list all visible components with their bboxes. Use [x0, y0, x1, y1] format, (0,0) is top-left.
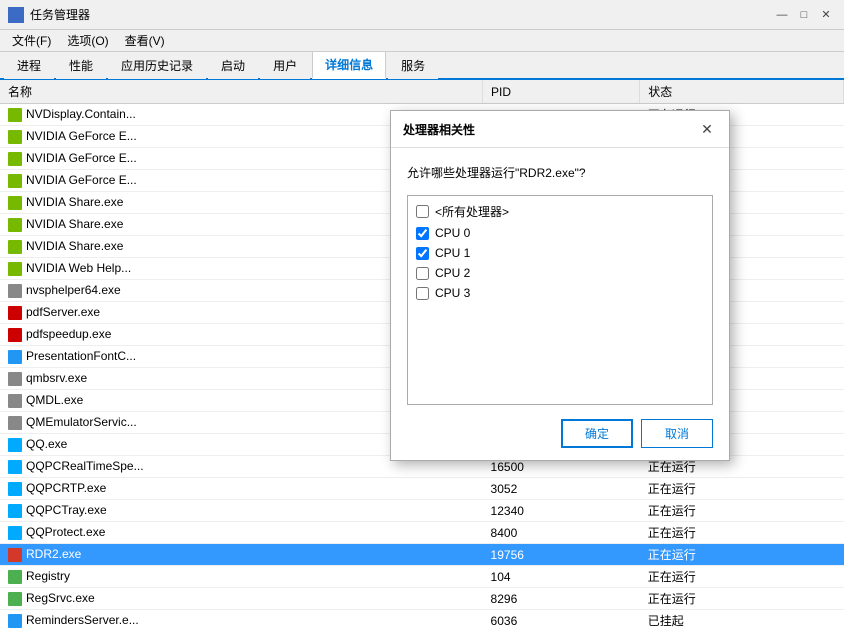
- dialog-body: 允许哪些处理器运行"RDR2.exe"? <所有处理器> CPU 0 CPU 1 CP…: [391, 148, 729, 460]
- dialog-title: 处理器相关性: [403, 121, 475, 138]
- pres-icon: [8, 350, 22, 364]
- cpu-item-1[interactable]: CPU 0: [412, 223, 708, 243]
- col-status[interactable]: 状态: [640, 80, 844, 104]
- nvidia-icon: [8, 196, 22, 210]
- cpu-label-3: CPU 2: [435, 266, 470, 280]
- tab-app-history[interactable]: 应用历史记录: [108, 52, 206, 79]
- cpu-checkbox-4[interactable]: [416, 287, 429, 300]
- tab-bar: 进程 性能 应用历史记录 启动 用户 详细信息 服务: [0, 52, 844, 80]
- tab-startup[interactable]: 启动: [208, 52, 258, 79]
- nvidia-icon: [8, 262, 22, 276]
- nvidia-icon: [8, 130, 22, 144]
- generic-icon: [8, 416, 22, 430]
- generic-icon: [8, 284, 22, 298]
- generic-icon: [8, 372, 22, 386]
- table-row[interactable]: QQProtect.exe8400正在运行: [0, 522, 844, 544]
- title-bar-controls: — □ ✕: [772, 5, 836, 25]
- cpu-checkbox-0[interactable]: [416, 205, 429, 218]
- nvidia-icon: [8, 152, 22, 166]
- nvidia-icon: [8, 240, 22, 254]
- cpu-item-2[interactable]: CPU 1: [412, 243, 708, 263]
- tab-performance[interactable]: 性能: [56, 52, 106, 79]
- maximize-button[interactable]: □: [794, 5, 814, 25]
- table-row[interactable]: QQPCRTP.exe3052正在运行: [0, 478, 844, 500]
- tab-services[interactable]: 服务: [388, 52, 438, 79]
- cpu-label-1: CPU 0: [435, 226, 470, 240]
- col-pid[interactable]: PID: [483, 80, 640, 104]
- qq-icon: [8, 482, 22, 496]
- pdf-icon: [8, 328, 22, 342]
- reg-icon: [8, 592, 22, 606]
- nvidia-icon: [8, 108, 22, 122]
- table-row[interactable]: RDR2.exe19756正在运行: [0, 544, 844, 566]
- menu-file[interactable]: 文件(F): [4, 30, 59, 51]
- app-icon: [8, 7, 24, 23]
- menu-bar: 文件(F) 选项(O) 查看(V): [0, 30, 844, 52]
- pdf-icon: [8, 306, 22, 320]
- cpu-item-3[interactable]: CPU 2: [412, 263, 708, 283]
- table-row[interactable]: RegSrvc.exe8296正在运行: [0, 588, 844, 610]
- nvidia-icon: [8, 174, 22, 188]
- cpu-list-box[interactable]: <所有处理器> CPU 0 CPU 1 CPU 2 CPU 3: [407, 195, 713, 405]
- tab-processes[interactable]: 进程: [4, 52, 54, 79]
- cpu-checkbox-1[interactable]: [416, 227, 429, 240]
- tab-details[interactable]: 详细信息: [312, 51, 386, 79]
- menu-options[interactable]: 选项(O): [59, 30, 116, 51]
- dialog-question: 允许哪些处理器运行"RDR2.exe"?: [407, 164, 713, 181]
- cpu-label-4: CPU 3: [435, 286, 470, 300]
- cpu-item-0[interactable]: <所有处理器>: [412, 200, 708, 223]
- affinity-dialog: 处理器相关性 ✕ 允许哪些处理器运行"RDR2.exe"? <所有处理器> CPU…: [390, 110, 730, 461]
- cpu-checkbox-2[interactable]: [416, 247, 429, 260]
- close-button[interactable]: ✕: [816, 5, 836, 25]
- main-area: 名称 PID 状态 NVDisplay.Contain...2572正在运行NV…: [0, 80, 844, 630]
- dialog-close-button[interactable]: ✕: [697, 119, 717, 139]
- ok-button[interactable]: 确定: [561, 419, 633, 448]
- qq-icon: [8, 504, 22, 518]
- table-row[interactable]: Registry104正在运行: [0, 566, 844, 588]
- dialog-buttons: 确定 取消: [407, 419, 713, 448]
- cpu-label-2: CPU 1: [435, 246, 470, 260]
- qq-icon: [8, 460, 22, 474]
- rem-icon: [8, 614, 22, 628]
- table-row[interactable]: RemindersServer.e...6036已挂起: [0, 610, 844, 630]
- reg-icon: [8, 570, 22, 584]
- col-name[interactable]: 名称: [0, 80, 483, 104]
- rdr-icon: [8, 548, 22, 562]
- title-bar: 任务管理器 — □ ✕: [0, 0, 844, 30]
- cpu-item-4[interactable]: CPU 3: [412, 283, 708, 303]
- dialog-titlebar: 处理器相关性 ✕: [391, 111, 729, 148]
- tab-users[interactable]: 用户: [260, 52, 310, 79]
- qq-icon: [8, 526, 22, 540]
- cpu-checkbox-3[interactable]: [416, 267, 429, 280]
- title-bar-text: 任务管理器: [30, 6, 90, 23]
- menu-view[interactable]: 查看(V): [117, 30, 173, 51]
- table-row[interactable]: QQPCTray.exe12340正在运行: [0, 500, 844, 522]
- generic-icon: [8, 394, 22, 408]
- cpu-label-0: <所有处理器>: [435, 203, 509, 220]
- qq-icon: [8, 438, 22, 452]
- cancel-button[interactable]: 取消: [641, 419, 713, 448]
- nvidia-icon: [8, 218, 22, 232]
- minimize-button[interactable]: —: [772, 5, 792, 25]
